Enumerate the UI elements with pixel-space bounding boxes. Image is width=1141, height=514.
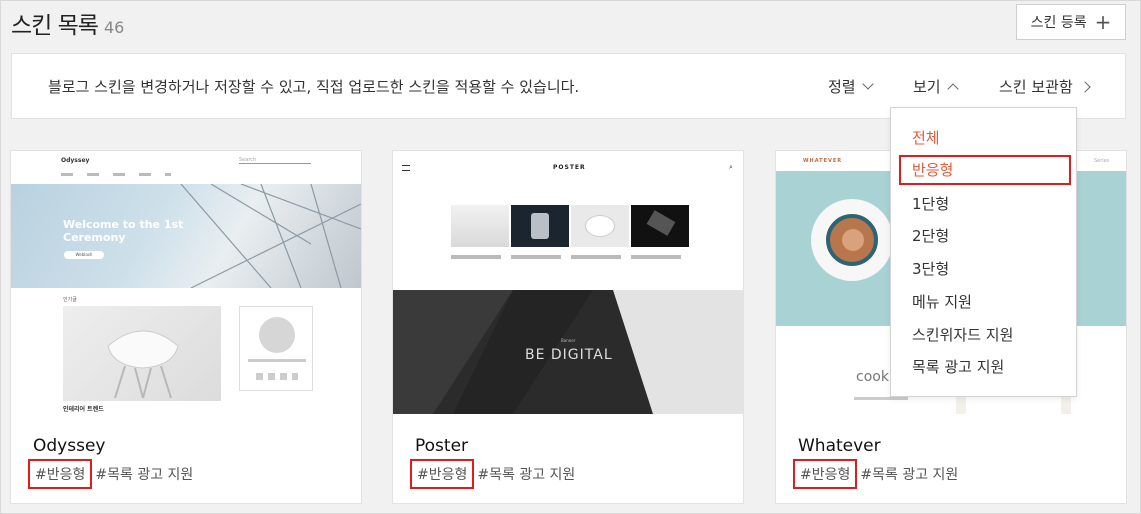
skin-storage-link[interactable]: 스킨 보관함	[999, 76, 1091, 97]
search-icon: ⌕	[729, 163, 733, 171]
skin-name: Poster	[415, 436, 469, 456]
chevron-down-icon	[861, 78, 874, 90]
view-dropdown[interactable]: 보기	[913, 76, 959, 97]
tag-list-ad[interactable]: #목록 광고 지원	[477, 464, 575, 484]
thumb-brand: Odyssey	[61, 157, 90, 164]
view-label: 보기	[913, 78, 941, 96]
view-option-all[interactable]: 전체	[899, 123, 1071, 153]
skin-card-poster[interactable]: POSTER ⌕ Banner BE DIGITAL Poster #반응형 #…	[392, 150, 744, 504]
view-option-menu-support[interactable]: 메뉴 지원	[899, 287, 1071, 317]
thumb-section-title: 인테리어 트렌드	[63, 406, 104, 413]
thumb-chair	[63, 306, 221, 401]
skin-storage-label: 스킨 보관함	[999, 78, 1073, 96]
skin-tags: #반응형 #목록 광고 지원	[27, 459, 193, 489]
page-title: 스킨 목록 46	[11, 6, 124, 40]
thumb-side-label: Series	[1094, 158, 1110, 164]
skin-count: 46	[103, 18, 125, 37]
toolbar-description: 블로그 스킨을 변경하거나 저장할 수 있고, 직접 업로드한 스킨을 적용할 …	[48, 78, 580, 96]
chevron-right-icon	[1079, 80, 1091, 93]
view-option-skin-wizard[interactable]: 스킨위자드 지원	[899, 320, 1071, 350]
skin-card-odyssey[interactable]: Odyssey Search Welcome to the 1st Ceremo…	[10, 150, 362, 504]
sort-dropdown[interactable]: 정렬	[828, 76, 874, 97]
view-option-3-column[interactable]: 3단형	[899, 254, 1071, 284]
thumb-cookie-text: cooki	[856, 369, 893, 385]
thumb-nav	[61, 173, 171, 176]
thumb-product-3	[571, 205, 629, 247]
chair-shape	[107, 330, 179, 399]
thumb-caption	[854, 397, 908, 400]
thumb-product-4	[631, 205, 689, 247]
skin-tags: #반응형 #목록 광고 지원	[792, 459, 958, 489]
menu-icon	[402, 165, 410, 171]
thumb-brand: POSTER	[553, 164, 586, 171]
sort-label: 정렬	[828, 78, 856, 96]
skin-thumbnail-poster[interactable]: POSTER ⌕ Banner BE DIGITAL	[393, 151, 743, 414]
view-option-1-column[interactable]: 1단형	[899, 189, 1071, 219]
thumb-product-2	[511, 205, 569, 247]
page-title-text: 스킨 목록	[11, 13, 99, 39]
thumb-hero-button: Weblash	[64, 251, 104, 259]
thumb-search: Search	[239, 157, 311, 164]
thumb-banner: Banner BE DIGITAL	[393, 290, 743, 414]
view-option-list-ad[interactable]: 목록 광고 지원	[899, 352, 1071, 382]
skin-name: Odyssey	[33, 436, 106, 456]
thumb-side-card	[239, 306, 313, 391]
thumb-product-1	[451, 205, 509, 247]
thumb-captions	[451, 255, 689, 259]
tag-responsive[interactable]: #반응형	[792, 459, 858, 489]
tag-list-ad[interactable]: #목록 광고 지원	[95, 464, 193, 484]
skin-tags: #반응형 #목록 광고 지원	[409, 459, 575, 489]
thumb-hero-line1: Welcome to the 1st	[63, 218, 184, 231]
register-skin-label: 스킨 등록	[1030, 15, 1087, 31]
plus-icon: +	[1094, 10, 1112, 34]
thumb-brand: WHATEVER	[803, 158, 843, 164]
tag-responsive[interactable]: #반응형	[27, 459, 93, 489]
thumb-banner-title: BE DIGITAL	[525, 347, 613, 363]
skin-thumbnail-odyssey[interactable]: Odyssey Search Welcome to the 1st Ceremo…	[11, 151, 361, 414]
view-option-2-column[interactable]: 2단형	[899, 221, 1071, 251]
skin-name: Whatever	[798, 436, 881, 456]
thumb-hero-line2: Ceremony	[63, 231, 126, 244]
view-dropdown-menu: 전체 반응형 1단형 2단형 3단형 메뉴 지원 스킨위자드 지원 목록 광고 …	[890, 107, 1077, 397]
register-skin-button[interactable]: 스킨 등록 +	[1016, 4, 1126, 40]
chevron-up-icon	[946, 82, 959, 95]
thumb-hero: Welcome to the 1st Ceremony Weblash	[11, 184, 361, 288]
tag-list-ad[interactable]: #목록 광고 지원	[860, 464, 958, 484]
thumb-banner-small: Banner	[561, 338, 576, 343]
tag-responsive[interactable]: #반응형	[409, 459, 475, 489]
thumb-label: 인기글	[63, 297, 77, 303]
view-option-responsive[interactable]: 반응형	[899, 155, 1071, 185]
